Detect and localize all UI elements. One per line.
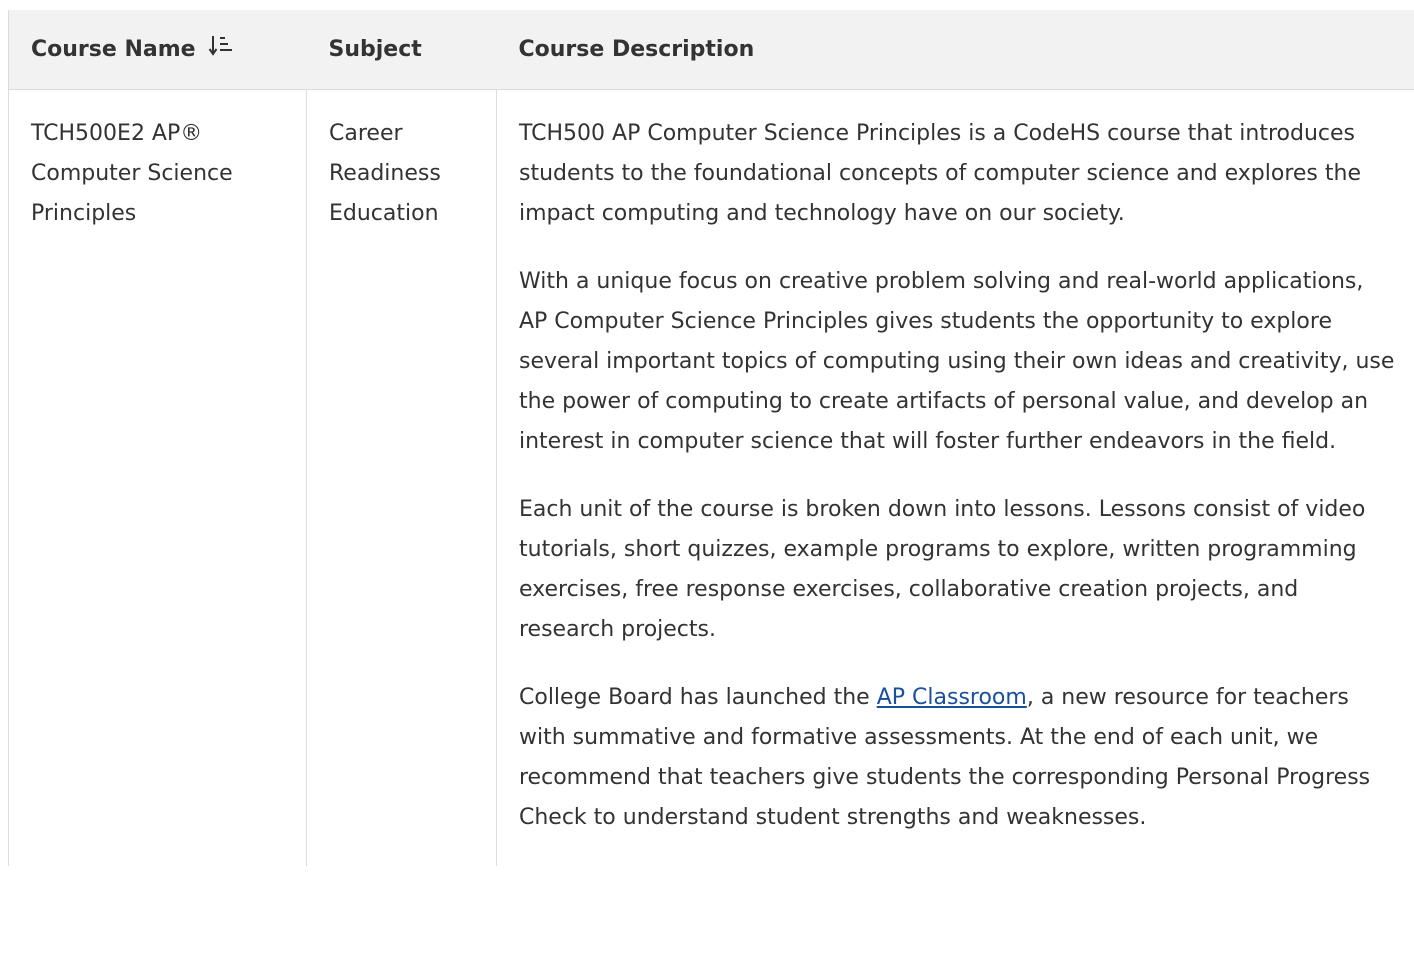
paragraph-4-lead-text: College Board has launched the	[519, 685, 877, 710]
table-header: Course Name Subject Course Description	[8, 10, 1414, 90]
header-course-description[interactable]: Course Description	[496, 10, 1414, 90]
table-row: TCH500E2 AP® Computer Science Principles…	[8, 89, 1414, 867]
description-paragraph-1: TCH500 AP Computer Science Principles is…	[519, 121, 1361, 226]
course-name-sort-control[interactable]: Course Name	[31, 35, 234, 63]
header-course-description-label: Course Description	[518, 37, 755, 62]
header-row: Course Name Subject Course Description	[8, 10, 1414, 90]
cell-subject: Career Readiness Education	[306, 89, 497, 866]
description-paragraph-2: With a unique focus on creative problem …	[519, 269, 1395, 454]
cell-course-description: TCH500 AP Computer Science Principles is…	[497, 90, 1414, 867]
header-course-name-label: Course Name	[31, 37, 196, 62]
description-paragraph-3: Each unit of the course is broken down i…	[519, 497, 1366, 642]
course-table-container: Course Name Subject Course Description T…	[8, 10, 1414, 971]
header-subject-label: Subject	[328, 37, 422, 62]
course-table: Course Name Subject Course Description T…	[8, 10, 1414, 866]
sort-ascending-icon[interactable]	[208, 33, 234, 59]
header-course-name[interactable]: Course Name	[8, 10, 307, 90]
cell-course-name: TCH500E2 AP® Computer Science Principles	[8, 89, 307, 866]
ap-classroom-link[interactable]: AP Classroom	[877, 685, 1027, 710]
table-body: TCH500E2 AP® Computer Science Principles…	[8, 89, 1414, 867]
description-paragraph-4: College Board has launched the AP Classr…	[519, 678, 1397, 838]
header-subject[interactable]: Subject	[306, 10, 497, 90]
